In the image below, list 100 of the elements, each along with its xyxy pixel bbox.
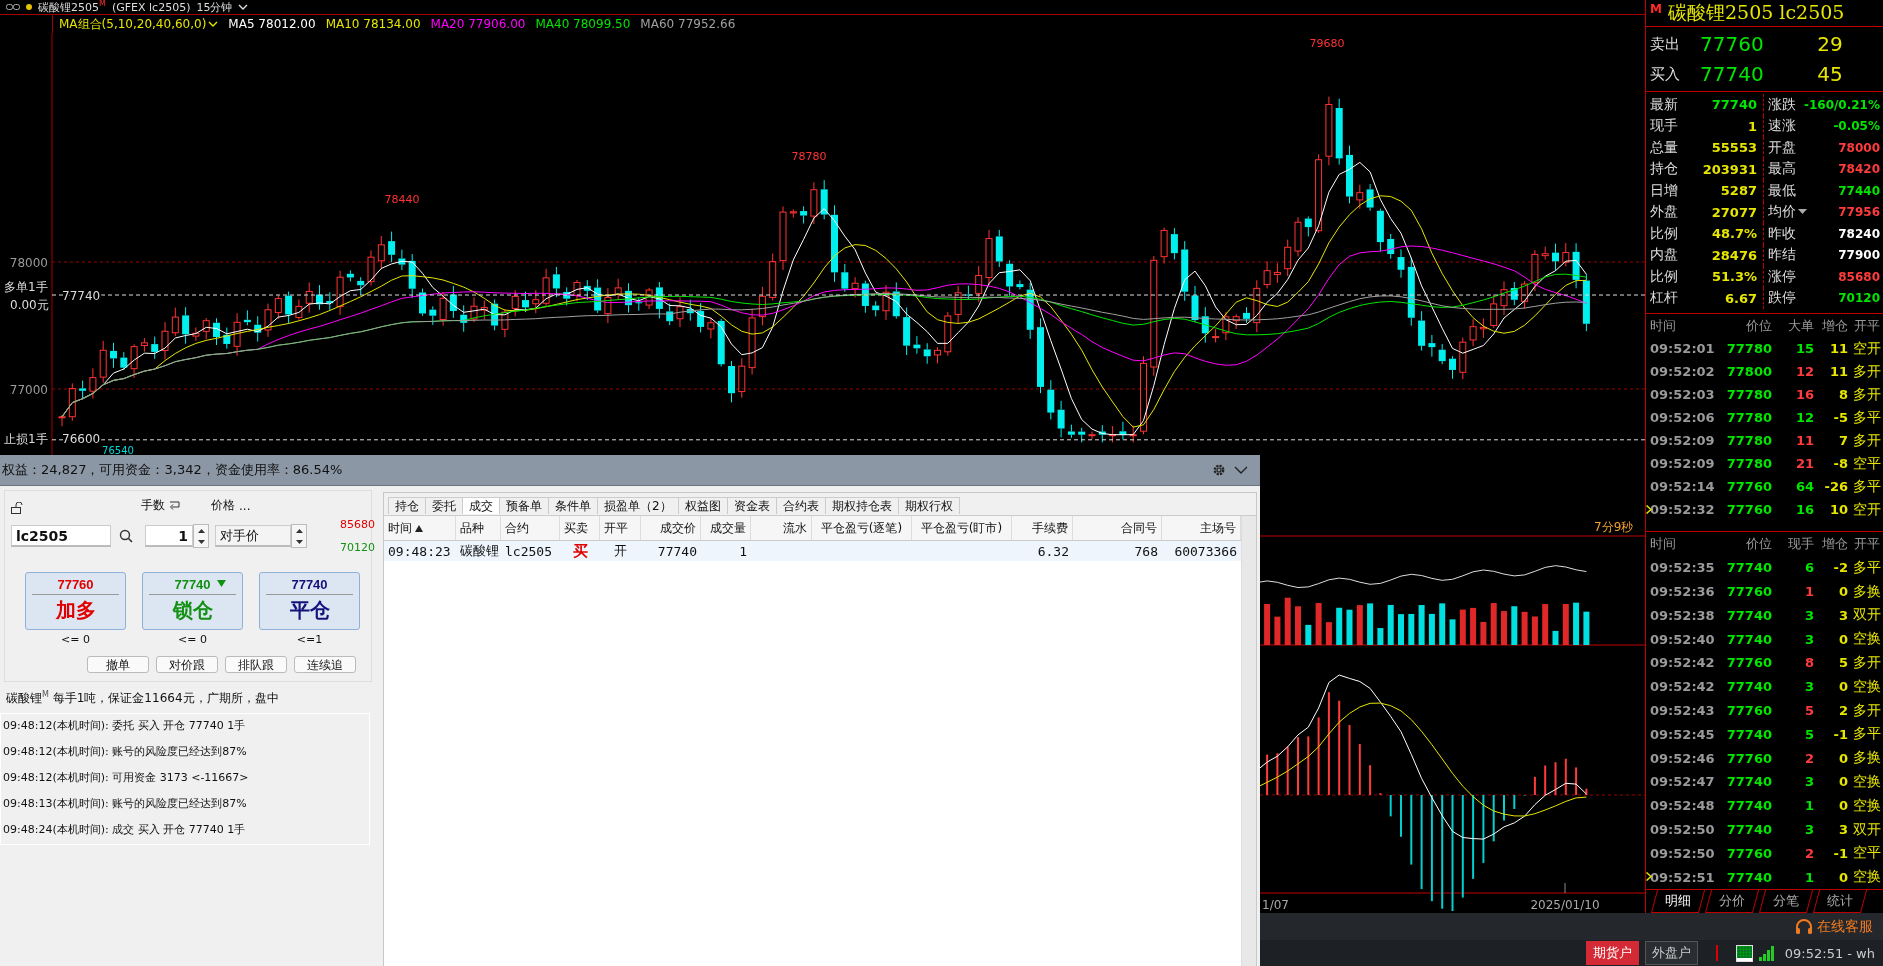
stop-price: 76600 <box>62 431 101 446</box>
column-header[interactable]: 成交量 <box>710 519 746 537</box>
tick-type: 多平 <box>1852 477 1882 496</box>
tick-type: 多平 <box>1852 558 1882 577</box>
contract-info: 碳酸锂$^{M}$ 每手1吨，保证金11664元，广期所，盘中 <box>5 689 280 707</box>
column-header[interactable]: 平仓盈亏(逐笔) <box>820 519 903 537</box>
stat-label: 均价 <box>1768 203 1796 222</box>
column-header[interactable]: 平仓盈亏(盯市) <box>920 519 1003 537</box>
panel-tab[interactable]: 分价 <box>1704 890 1760 913</box>
position-label: 多单1手 <box>4 280 48 294</box>
tick-volume: 12 <box>1794 410 1814 425</box>
order-option-button[interactable]: 对价跟 <box>156 656 218 673</box>
limit-up-price: 85680 <box>340 518 375 531</box>
table-tab[interactable]: 资金表 <box>726 497 777 514</box>
countdown-label: 7分9秒 <box>1594 520 1634 534</box>
peak-price-label: 78780 <box>791 150 827 163</box>
date-axis-label: 1/07 <box>1262 898 1289 912</box>
tick-volume: 15 <box>1794 341 1814 356</box>
tick-type: 多开 <box>1852 385 1882 404</box>
tick-price: 77760 <box>1725 584 1772 600</box>
column-header[interactable]: 手续费 <box>1032 519 1068 537</box>
tick-change: -5 <box>1832 410 1848 425</box>
column-header[interactable]: 合同号 <box>1121 519 1157 537</box>
order-action-button[interactable]: 77760 加多 <box>25 572 126 630</box>
stat-label: 比例 <box>1650 224 1678 243</box>
table-tab[interactable]: 委托 <box>425 497 463 514</box>
quantity-field[interactable]: 1 <box>145 525 193 547</box>
contract-field[interactable]: lc2505 <box>11 525 111 547</box>
order-action-button[interactable]: 77740 平仓 <box>259 572 360 630</box>
tick-price: 77760 <box>1725 502 1772 517</box>
panel-tab[interactable]: 明细 <box>1650 890 1706 913</box>
tick-type: 空换 <box>1852 677 1882 696</box>
tick-time: 09:52:47 <box>1650 774 1716 790</box>
account-tab[interactable]: 外盘户 <box>1644 941 1698 965</box>
tick-price: 77740 <box>1725 560 1772 576</box>
position-limit-label: <=1 <box>296 633 323 646</box>
peak-price-label: 78440 <box>384 193 420 206</box>
stat-value: 6.67 <box>1724 290 1757 306</box>
stat-value: 51.3% <box>1711 269 1757 285</box>
order-option-button[interactable]: 排队跟 <box>225 656 287 673</box>
table-tab[interactable]: 持仓 <box>388 497 426 514</box>
tick-volume: 11 <box>1794 433 1814 448</box>
table-cell-text: lc2505 <box>504 542 553 561</box>
table-cell-text: 碳酸锂 <box>459 542 500 560</box>
account-tab[interactable]: 期货户 <box>1585 941 1639 965</box>
tick-change: 0 <box>1837 869 1848 885</box>
tick-time: 09:52:32 <box>1650 502 1716 517</box>
column-header: 时间 <box>1650 534 1677 553</box>
stat-label: 杠杆 <box>1650 289 1678 308</box>
tick-change: 0 <box>1837 679 1848 695</box>
tick-volume: 2 <box>1803 845 1814 861</box>
table-cell-text: 开 <box>613 542 628 560</box>
column-header[interactable]: 品种 <box>460 519 484 537</box>
column-header[interactable]: 合约 <box>505 519 529 537</box>
tick-change: -8 <box>1832 456 1848 471</box>
column-header[interactable]: 买卖 <box>564 519 588 537</box>
table-tab[interactable]: 成交 <box>462 497 500 514</box>
tick-volume: 3 <box>1803 631 1814 647</box>
online-support-link[interactable]: 在线客服 <box>1817 917 1873 936</box>
tick-volume: 3 <box>1803 822 1814 837</box>
stat-value: 77900 <box>1838 248 1880 263</box>
stat-value: 77440 <box>1838 183 1880 198</box>
indicator-name[interactable]: MA组合(5,10,20,40,60,0) <box>59 15 207 33</box>
table-tab[interactable]: 合约表 <box>775 497 826 514</box>
panel-tab[interactable]: 统计 <box>1812 890 1868 913</box>
panel-tab[interactable]: 分笔 <box>1758 890 1814 913</box>
limit-down-price: 70120 <box>340 541 375 554</box>
column-header[interactable]: 开平 <box>604 519 628 537</box>
position-limit-label: <= 0 <box>178 633 207 646</box>
stat-value: 78000 <box>1838 140 1880 155</box>
tick-change: 3 <box>1837 607 1848 623</box>
stat-value: 77956 <box>1838 205 1880 220</box>
column-header[interactable]: 成交价 <box>660 519 696 537</box>
tick-volume: 5 <box>1803 703 1814 718</box>
column-header[interactable]: 主场号 <box>1200 519 1236 537</box>
order-option-button[interactable]: 撤单 <box>87 656 149 673</box>
column-header[interactable]: 时间 <box>388 519 412 537</box>
stat-value: -160/0.21% <box>1803 97 1880 112</box>
tick-price: 77740 <box>1725 607 1772 623</box>
table-tab[interactable]: 期权行权 <box>897 497 960 514</box>
tick-change: 5 <box>1837 655 1848 671</box>
table-tab[interactable]: 权益图 <box>677 497 728 514</box>
column-header[interactable]: 流水 <box>783 519 807 537</box>
tick-type: 多开 <box>1852 362 1882 381</box>
table-tab[interactable]: 预备单 <box>499 497 549 514</box>
stat-label: 持仓 <box>1650 160 1678 179</box>
tick-price: 77740 <box>1725 822 1772 837</box>
period-selector[interactable]: 15分钟 <box>196 0 233 15</box>
more-link[interactable]: ... <box>239 498 251 513</box>
price-type-field[interactable]: 对手价 <box>215 525 291 547</box>
table-tab[interactable]: 条件单 <box>548 497 598 514</box>
table-tab[interactable]: 损盈单（2） <box>597 497 679 514</box>
tick-time: 09:52:42 <box>1650 679 1716 695</box>
stat-label: 跌停 <box>1768 289 1796 308</box>
table-tab[interactable]: 期权持仓表 <box>824 497 899 514</box>
order-option-button[interactable]: 连续追 <box>294 656 356 673</box>
book-volume: 29 <box>1816 32 1844 56</box>
stat-label: 涨停 <box>1768 267 1796 286</box>
tick-volume: 12 <box>1794 364 1814 379</box>
tick-time: 09:52:35 <box>1650 560 1716 576</box>
